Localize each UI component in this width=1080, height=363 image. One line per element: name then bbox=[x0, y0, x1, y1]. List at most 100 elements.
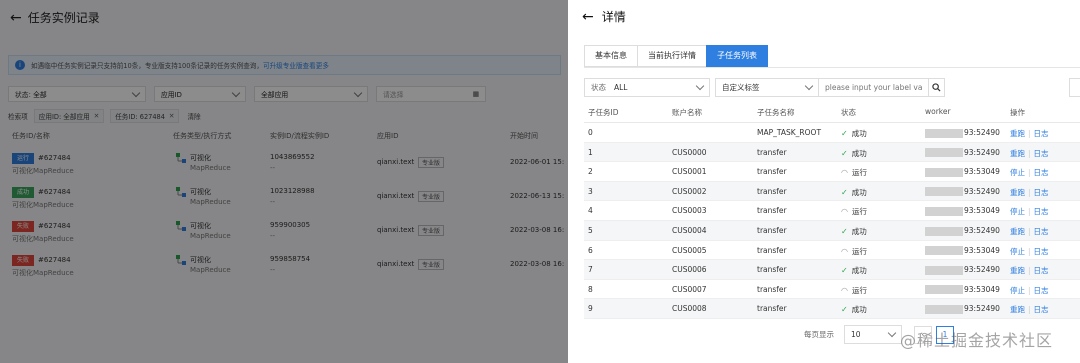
subtask-status: ◠ 运行 bbox=[841, 246, 867, 256]
custom-tag-select[interactable]: 自定义标签 bbox=[715, 78, 819, 97]
loading-icon: ◠ bbox=[841, 168, 848, 178]
check-icon: ✓ bbox=[841, 227, 848, 236]
subtask-status: ✓ 成功 bbox=[841, 266, 867, 276]
subtask-table-header: 子任务ID 账户名称 子任务名称 状态 worker 操作 bbox=[584, 100, 1080, 123]
subtask-status: ◠ 运行 bbox=[841, 285, 867, 295]
worker-address: 93:52490 bbox=[925, 187, 1000, 197]
worker-address: 93:52490 bbox=[925, 148, 1000, 158]
back-arrow-icon[interactable]: ← bbox=[582, 9, 594, 25]
subtask-name: transfer bbox=[757, 265, 787, 275]
action-stop-link[interactable]: 停止 bbox=[1010, 168, 1025, 177]
account-name: CUS0001 bbox=[672, 167, 707, 177]
action-rerun-link[interactable]: 重跑 bbox=[1010, 305, 1025, 314]
search-button[interactable] bbox=[929, 78, 945, 97]
subtask-status: ✓ 成功 bbox=[841, 227, 867, 236]
worker-address: 93:53049 bbox=[925, 206, 1000, 216]
row-actions: 停止 | 日志 bbox=[1010, 246, 1049, 256]
action-rerun-link[interactable]: 重跑 bbox=[1010, 188, 1025, 197]
chevron-down-icon bbox=[695, 81, 705, 91]
action-rerun-link[interactable]: 重跑 bbox=[1010, 266, 1025, 275]
drawer-overlay[interactable] bbox=[0, 0, 568, 363]
action-log-link[interactable]: 日志 bbox=[1034, 207, 1049, 216]
row-actions: 重跑 | 日志 bbox=[1010, 305, 1049, 315]
tab-divider bbox=[584, 67, 1080, 68]
action-stop-link[interactable]: 停止 bbox=[1010, 247, 1025, 256]
action-log-link[interactable]: 日志 bbox=[1034, 227, 1049, 236]
watermark-text: @稀土掘金技术社区 bbox=[900, 331, 1054, 350]
loading-icon: ◠ bbox=[841, 246, 848, 256]
refresh-button[interactable] bbox=[1069, 78, 1080, 97]
tab-basic-info[interactable]: 基本信息 bbox=[584, 45, 637, 67]
page-size-select[interactable]: 10 bbox=[844, 325, 902, 344]
row-actions: 重跑 | 日志 bbox=[1010, 129, 1049, 138]
check-icon: ✓ bbox=[841, 129, 848, 138]
subtask-row: 2 CUS0001 transfer ◠ 运行 93:53049 停止 | 日志 bbox=[584, 162, 1080, 182]
worker-address: 93:53049 bbox=[925, 285, 1000, 295]
chevron-down-icon bbox=[804, 81, 814, 91]
status-select[interactable]: 状态 ALL bbox=[584, 78, 710, 97]
redacted-ip bbox=[925, 285, 963, 295]
action-rerun-link[interactable]: 重跑 bbox=[1010, 227, 1025, 236]
action-log-link[interactable]: 日志 bbox=[1034, 247, 1049, 256]
tab-current-execution[interactable]: 当前执行详情 bbox=[637, 45, 706, 67]
subtask-row: 0 MAP_TASK_ROOT ✓ 成功 93:52490 重跑 | 日志 bbox=[584, 123, 1080, 143]
subtask-id: 9 bbox=[588, 304, 593, 314]
check-icon: ✓ bbox=[841, 305, 848, 315]
redacted-ip bbox=[925, 187, 963, 197]
action-log-link[interactable]: 日志 bbox=[1034, 168, 1049, 177]
action-log-link[interactable]: 日志 bbox=[1034, 286, 1049, 295]
subtask-row: 6 CUS0005 transfer ◠ 运行 93:53049 停止 | 日志 bbox=[584, 241, 1080, 261]
action-stop-link[interactable]: 停止 bbox=[1010, 207, 1025, 216]
subtask-row: 1 CUS0000 transfer ✓ 成功 93:52490 重跑 | 日志 bbox=[584, 142, 1080, 163]
action-log-link[interactable]: 日志 bbox=[1034, 129, 1049, 138]
action-log-link[interactable]: 日志 bbox=[1034, 305, 1049, 314]
subtask-row: 9 CUS0008 transfer ✓ 成功 93:52490 重跑 | 日志 bbox=[584, 299, 1080, 319]
action-log-link[interactable]: 日志 bbox=[1034, 266, 1049, 275]
subtask-id: 2 bbox=[588, 167, 593, 177]
label-value-input[interactable] bbox=[819, 78, 929, 97]
action-log-link[interactable]: 日志 bbox=[1034, 149, 1049, 158]
loading-icon: ◠ bbox=[841, 285, 848, 295]
subtask-row: 4 CUS0003 transfer ◠ 运行 93:53049 停止 | 日志 bbox=[584, 201, 1080, 221]
row-actions: 重跑 | 日志 bbox=[1010, 266, 1049, 276]
row-actions: 重跑 | 日志 bbox=[1010, 187, 1049, 197]
row-actions: 停止 | 日志 bbox=[1010, 168, 1049, 178]
subtask-toolbar: 状态 ALL 自定义标签 bbox=[584, 78, 945, 97]
detail-drawer: ← 详情 基本信息 当前执行详情 子任务列表 状态ALL 自定义标签 子任务ID… bbox=[568, 0, 1080, 363]
subtask-id: 3 bbox=[588, 186, 593, 196]
tab-subtask-list[interactable]: 子任务列表 bbox=[706, 45, 768, 67]
redacted-ip bbox=[925, 128, 963, 138]
drawer-title: ← 详情 bbox=[582, 8, 626, 25]
check-icon: ✓ bbox=[841, 266, 848, 276]
search-icon bbox=[932, 83, 941, 92]
subtask-name: MAP_TASK_ROOT bbox=[757, 128, 822, 137]
subtask-name: transfer bbox=[757, 245, 787, 255]
worker-address: 93:53049 bbox=[925, 246, 1000, 256]
worker-address: 93:52490 bbox=[925, 265, 1000, 275]
subtask-status: ✓ 成功 bbox=[841, 129, 867, 138]
subtask-id: 4 bbox=[588, 206, 593, 216]
redacted-ip bbox=[925, 265, 963, 275]
redacted-ip bbox=[925, 167, 963, 177]
subtask-id: 8 bbox=[588, 284, 593, 294]
subtask-name: transfer bbox=[757, 206, 787, 216]
worker-address: 93:52490 bbox=[925, 226, 1000, 236]
row-actions: 停止 | 日志 bbox=[1010, 207, 1049, 217]
loading-icon: ◠ bbox=[841, 207, 848, 217]
action-rerun-link[interactable]: 重跑 bbox=[1010, 129, 1025, 138]
subtask-name: transfer bbox=[757, 304, 787, 314]
subtask-name: transfer bbox=[757, 226, 787, 235]
account-name: CUS0002 bbox=[672, 186, 707, 196]
subtask-status: ◠ 运行 bbox=[841, 168, 867, 178]
worker-address: 93:52490 bbox=[925, 128, 1000, 138]
action-log-link[interactable]: 日志 bbox=[1034, 188, 1049, 197]
subtask-row: 8 CUS0007 transfer ◠ 运行 93:53049 停止 | 日志 bbox=[584, 280, 1080, 300]
subtask-row: 5 CUS0004 transfer ✓ 成功 93:52490 重跑 | 日志 bbox=[584, 221, 1080, 241]
subtask-id: 0 bbox=[588, 128, 593, 137]
subtask-status: ✓ 成功 bbox=[841, 187, 867, 197]
account-name: CUS0003 bbox=[672, 206, 707, 216]
redacted-ip bbox=[925, 226, 963, 236]
action-rerun-link[interactable]: 重跑 bbox=[1010, 149, 1025, 158]
action-stop-link[interactable]: 停止 bbox=[1010, 286, 1025, 295]
check-icon: ✓ bbox=[841, 187, 848, 197]
